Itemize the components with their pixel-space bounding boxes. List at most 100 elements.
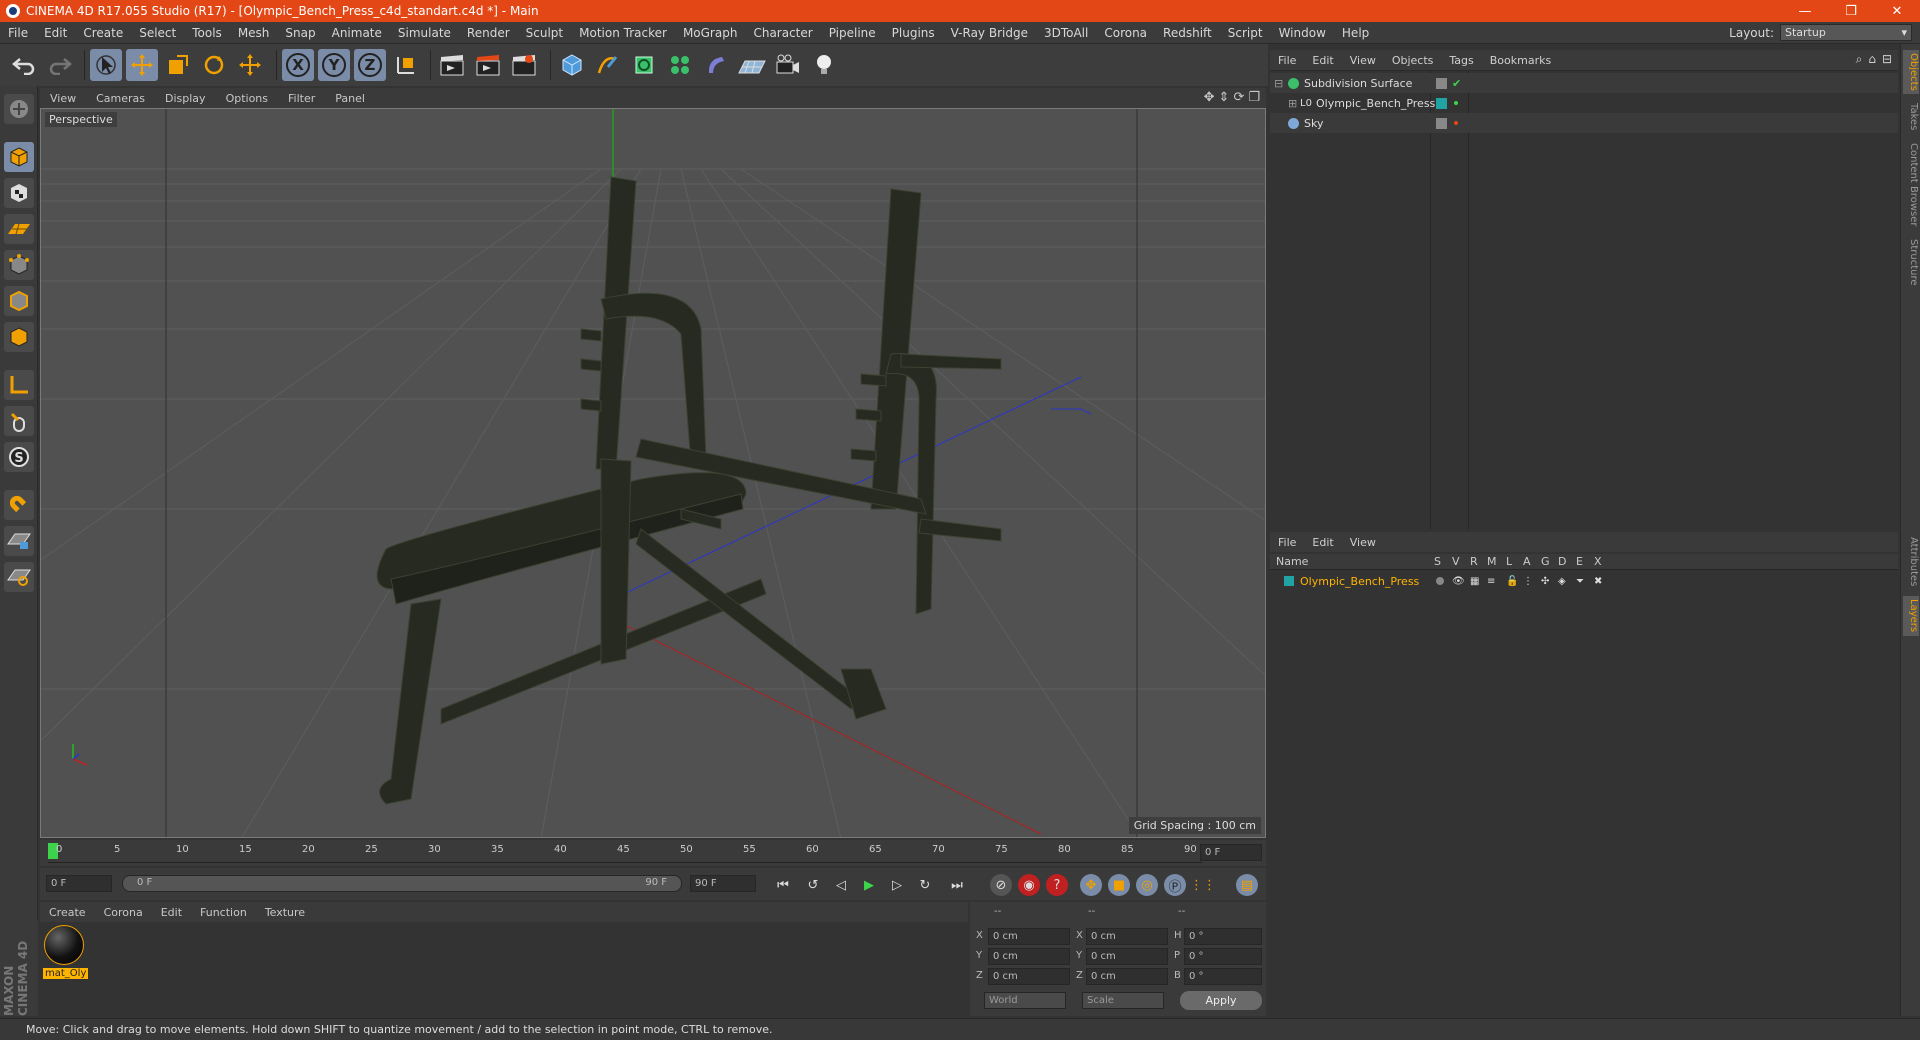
menu-window[interactable]: Window xyxy=(1271,26,1334,40)
live-selection-move-icon[interactable] xyxy=(234,49,266,81)
end-frame-field[interactable]: 90 F xyxy=(690,875,756,892)
viewport-rotate-icon[interactable]: ⟳ xyxy=(1233,90,1244,105)
layer-menu-edit[interactable]: Edit xyxy=(1304,536,1341,549)
coord-size-z-field[interactable]: 0 cm xyxy=(1086,968,1168,985)
material-menu-edit[interactable]: Edit xyxy=(152,906,191,919)
cloner-mograph-icon[interactable] xyxy=(664,49,696,81)
deformer-bend-icon[interactable] xyxy=(700,49,732,81)
tab-takes[interactable]: Takes xyxy=(1903,100,1919,134)
render-settings-icon[interactable] xyxy=(508,49,540,81)
viewport-menu-cameras[interactable]: Cameras xyxy=(86,92,155,105)
undo-icon[interactable] xyxy=(8,49,40,81)
y-axis-lock-button[interactable]: Y xyxy=(318,49,350,81)
object-new-view-icon[interactable]: ⊟ xyxy=(1882,52,1892,67)
start-frame-field[interactable]: 0 F xyxy=(46,875,112,892)
menu-redshift[interactable]: Redshift xyxy=(1155,26,1220,40)
polygons-mode-icon[interactable] xyxy=(4,322,34,352)
tweak-mode-icon[interactable] xyxy=(4,406,34,436)
viewport-menu-filter[interactable]: Filter xyxy=(278,92,325,105)
material-name[interactable]: mat_Oly xyxy=(43,968,89,979)
coordinate-system-icon[interactable] xyxy=(390,49,422,81)
layer-xrefs-icon[interactable]: ✖ xyxy=(1594,576,1602,587)
viewport-toggle-icon[interactable]: ❐ xyxy=(1248,90,1260,105)
minimize-button[interactable]: — xyxy=(1782,0,1828,22)
texture-mode-icon[interactable] xyxy=(4,178,34,208)
locked-workplane-icon[interactable] xyxy=(4,526,34,556)
viewport-pan-icon[interactable]: ✥ xyxy=(1204,90,1215,105)
menu-mograph[interactable]: MoGraph xyxy=(675,26,746,40)
tab-attributes[interactable]: Attributes xyxy=(1903,534,1919,590)
viewport-menu-panel[interactable]: Panel xyxy=(325,92,375,105)
editor-visibility-icon[interactable] xyxy=(1436,117,1447,129)
make-editable-icon[interactable] xyxy=(4,94,34,124)
camera-icon[interactable] xyxy=(772,49,804,81)
spline-pen-icon[interactable] xyxy=(592,49,624,81)
model-mode-icon[interactable] xyxy=(4,142,34,172)
menu-sculpt[interactable]: Sculpt xyxy=(518,26,571,40)
coord-size-x-field[interactable]: 0 cm xyxy=(1086,928,1168,945)
layer-color-icon[interactable] xyxy=(1436,97,1447,109)
points-mode-icon[interactable] xyxy=(4,250,34,280)
object-row-sky[interactable]: Sky xyxy=(1270,113,1898,133)
viewport-zoom-icon[interactable]: ⇕ xyxy=(1219,90,1230,105)
layer-color-swatch[interactable] xyxy=(1284,576,1294,586)
layer-render-icon[interactable]: ▦ xyxy=(1470,576,1479,587)
enabled-check-icon[interactable]: ✔ xyxy=(1452,77,1461,90)
menu-edit[interactable]: Edit xyxy=(36,26,75,40)
axis-mode-icon[interactable] xyxy=(4,370,34,400)
layer-animation-icon[interactable]: ⋮ xyxy=(1523,576,1533,587)
current-frame-field[interactable]: 0 F xyxy=(1200,844,1262,861)
material-thumbnail[interactable] xyxy=(44,925,84,965)
tab-objects[interactable]: Objects xyxy=(1903,50,1919,94)
menu-3dtoall[interactable]: 3DToAll xyxy=(1036,26,1096,40)
object-menu-tags[interactable]: Tags xyxy=(1441,54,1481,67)
z-axis-lock-button[interactable]: Z xyxy=(354,49,386,81)
coord-pos-z-field[interactable]: 0 cm xyxy=(988,968,1070,985)
frame-range-slider[interactable]: 0 F 90 F xyxy=(122,875,682,892)
perspective-viewport[interactable]: Perspective Grid Spacing : 100 cm xyxy=(40,108,1266,838)
object-menu-view[interactable]: View xyxy=(1342,54,1384,67)
material-menu-create[interactable]: Create xyxy=(40,906,95,919)
floor-environment-icon[interactable] xyxy=(736,49,768,81)
layer-generators-icon[interactable]: ✣ xyxy=(1541,576,1549,587)
tab-content-browser[interactable]: Content Browser xyxy=(1903,140,1919,230)
planar-workplane-icon[interactable] xyxy=(4,562,34,592)
coord-rot-p-field[interactable]: 0 ° xyxy=(1184,948,1262,965)
tab-structure[interactable]: Structure xyxy=(1903,236,1919,288)
viewport-camera-label[interactable]: Perspective xyxy=(45,112,117,127)
visibility-dot-icon[interactable] xyxy=(1454,121,1458,125)
close-button[interactable]: ✕ xyxy=(1874,0,1920,22)
go-to-start-icon[interactable]: ⏮ xyxy=(772,874,794,896)
timeline-window-icon[interactable]: ▤ xyxy=(1236,874,1258,896)
menu-pipeline[interactable]: Pipeline xyxy=(821,26,884,40)
menu-simulate[interactable]: Simulate xyxy=(390,26,459,40)
menu-motion-tracker[interactable]: Motion Tracker xyxy=(571,26,675,40)
menu-plugins[interactable]: Plugins xyxy=(884,26,943,40)
previous-key-icon[interactable]: ↺ xyxy=(802,874,824,896)
play-icon[interactable]: ▶ xyxy=(858,874,880,896)
next-frame-icon[interactable]: ▷ xyxy=(886,874,908,896)
menu-tools[interactable]: Tools xyxy=(184,26,230,40)
previous-frame-icon[interactable]: ◁ xyxy=(830,874,852,896)
coord-rot-b-field[interactable]: 0 ° xyxy=(1184,968,1262,985)
object-menu-objects[interactable]: Objects xyxy=(1384,54,1442,67)
cube-primitive-icon[interactable] xyxy=(556,49,588,81)
viewport-menu-options[interactable]: Options xyxy=(216,92,278,105)
layer-deformers-icon[interactable]: ◈ xyxy=(1558,576,1566,587)
layer-solo-icon[interactable] xyxy=(1436,577,1444,585)
material-menu-function[interactable]: Function xyxy=(191,906,256,919)
viewport-menu-display[interactable]: Display xyxy=(155,92,216,105)
object-menu-bookmarks[interactable]: Bookmarks xyxy=(1482,54,1559,67)
editor-visibility-icon[interactable] xyxy=(1436,77,1447,89)
object-search-icon[interactable]: ⌕ xyxy=(1856,52,1863,67)
layer-visible-eye-icon[interactable]: 👁 xyxy=(1452,576,1465,587)
object-row-subdivision-surface[interactable]: ⊟ Subdivision Surface ✔ xyxy=(1270,73,1898,93)
material-manager-area[interactable]: mat_Oly xyxy=(40,922,968,1016)
coord-space-dropdown[interactable]: World xyxy=(984,992,1066,1009)
menu-character[interactable]: Character xyxy=(745,26,820,40)
layer-expressions-icon[interactable]: ⏷ xyxy=(1576,576,1584,587)
coord-pos-y-field[interactable]: 0 cm xyxy=(988,948,1070,965)
layout-dropdown[interactable]: Startup xyxy=(1780,24,1912,41)
scale-tool-icon[interactable] xyxy=(162,49,194,81)
menu-help[interactable]: Help xyxy=(1334,26,1377,40)
